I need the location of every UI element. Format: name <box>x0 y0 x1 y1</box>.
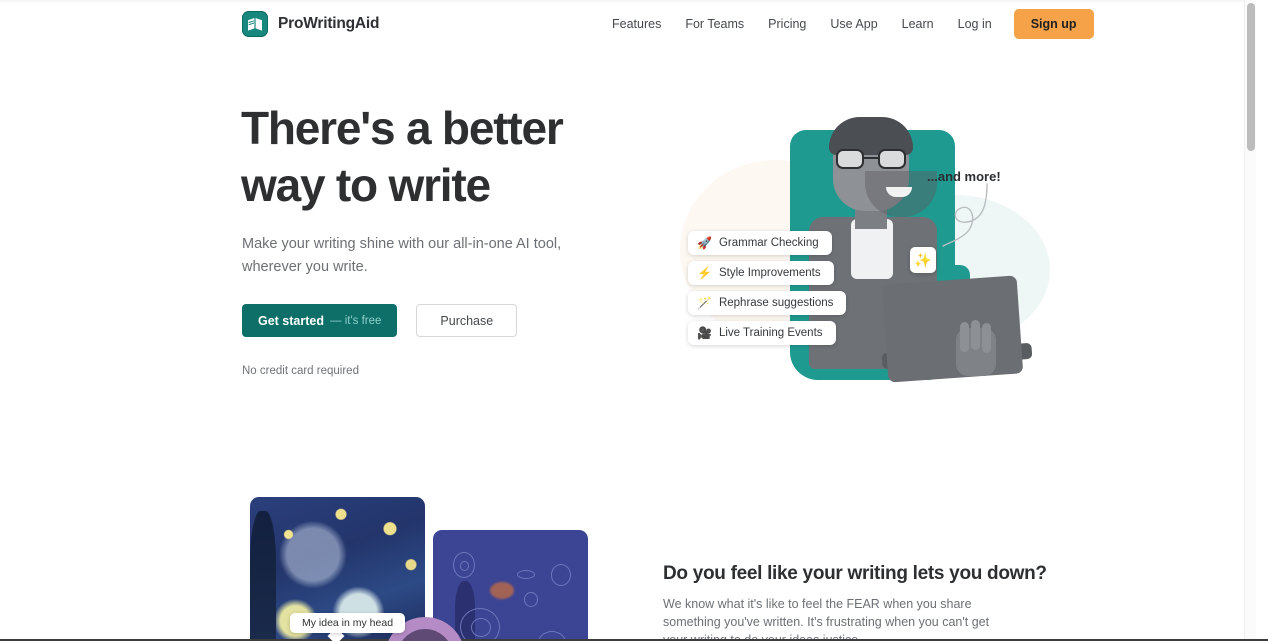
brand-name: ProWritingAid <box>278 15 380 32</box>
signup-button[interactable]: Sign up <box>1013 9 1094 39</box>
no-credit-card-note: No credit card required <box>242 365 359 377</box>
board-swirl <box>524 592 538 607</box>
hero-heading-line2: way to write <box>241 159 491 211</box>
purchase-button[interactable]: Purchase <box>416 304 518 337</box>
rocket-icon: 🚀 <box>697 236 712 250</box>
feature-label: Live Training Events <box>718 327 823 339</box>
nav-item-for-teams[interactable]: For Teams <box>673 11 756 37</box>
nav-item-learn[interactable]: Learn <box>890 11 946 37</box>
get-started-button[interactable]: Get started — it's free <box>242 304 398 337</box>
nav-item-pricing[interactable]: Pricing <box>756 11 818 37</box>
nav-item-use-app[interactable]: Use App <box>818 11 889 37</box>
scrollbar-thumb[interactable] <box>1247 3 1255 151</box>
hero-illustration: ...and more! ✨ 🚀 Grammar Checking ⚡ Styl… <box>660 100 1050 390</box>
person-hand <box>956 320 996 376</box>
hero-subheading: Make your writing shine with our all-in-… <box>242 236 562 275</box>
feature-card-style-improvements: ⚡ Style Improvements <box>688 261 834 285</box>
bolt-icon: ⚡ <box>697 266 712 280</box>
glasses-icon <box>836 149 906 169</box>
board-swirl <box>471 618 491 637</box>
hero-heading: There's a better way to write <box>241 100 671 214</box>
glasses-lens-left <box>836 149 864 169</box>
main-nav: Features For Teams Pricing Use App Learn… <box>600 0 1094 48</box>
feature-label: Grammar Checking <box>718 237 819 249</box>
section2-body: We know what it's like to feel the FEAR … <box>663 597 990 641</box>
get-started-suffix: — it's free <box>330 314 382 327</box>
finger <box>960 322 969 352</box>
get-started-label: Get started <box>258 313 324 328</box>
glasses-bridge <box>864 157 878 159</box>
board-swirl <box>460 561 469 571</box>
finger <box>971 320 980 350</box>
glasses-lens-right <box>878 149 906 169</box>
magicwand-icon: 🪄 <box>697 296 712 310</box>
curly-arrow-icon <box>942 183 988 247</box>
feature-card-rephrase-suggestions: 🪄 Rephrase suggestions <box>688 291 847 315</box>
feature-card-grammar-checking: 🚀 Grammar Checking <box>688 231 832 255</box>
feature-label: Rephrase suggestions <box>718 297 834 309</box>
board-swirl <box>551 564 571 586</box>
nav-item-login[interactable]: Log in <box>946 11 1004 37</box>
open-book-icon <box>242 11 268 37</box>
board-blot <box>490 582 514 599</box>
sparkles-icon: ✨ <box>910 247 936 273</box>
painting-cypress <box>250 511 276 641</box>
nav-item-features[interactable]: Features <box>600 11 673 37</box>
brand-logo-link[interactable]: ProWritingAid <box>242 11 380 37</box>
board-swirl <box>517 570 535 579</box>
hero-heading-line1: There's a better <box>241 102 564 154</box>
page-root: ProWritingAid Features For Teams Pricing… <box>0 0 1256 641</box>
section2-title: Do you feel like your writing lets you d… <box>663 563 1047 584</box>
laptop <box>881 275 1024 383</box>
page-scrollbar[interactable] <box>1244 0 1256 641</box>
feature-label: Style Improvements <box>718 267 821 279</box>
hero-cta-row: Get started — it's free Purchase <box>242 304 518 337</box>
camera-icon: 🎥 <box>697 326 712 340</box>
feature-card-live-training-events: 🎥 Live Training Events <box>688 321 836 345</box>
finger <box>982 323 991 353</box>
site-header: ProWritingAid Features For Teams Pricing… <box>0 0 1256 48</box>
board-illustration <box>433 530 588 641</box>
my-idea-label: My idea in my head <box>290 613 406 633</box>
